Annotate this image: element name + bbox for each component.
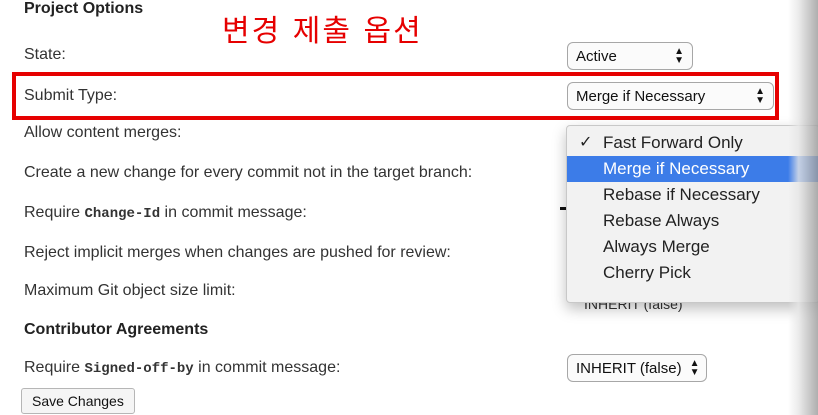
signed-off-by-code: Signed-off-by — [84, 361, 194, 377]
dropdown-item-label: Rebase if Necessary — [603, 185, 760, 204]
save-changes-button[interactable]: Save Changes — [21, 388, 135, 414]
change-id-code: Change-Id — [84, 206, 161, 222]
require-signed-off-prefix: Require — [24, 359, 85, 376]
state-select-value: Active — [576, 47, 617, 65]
reject-implicit-merges-label: Reject implicit merges when changes are … — [24, 244, 451, 261]
submit-type-select-value: Merge if Necessary — [576, 87, 706, 105]
max-object-size-label: Maximum Git object size limit: — [24, 282, 236, 299]
check-icon: ✓ — [579, 134, 593, 151]
select-arrows-icon: ▲ ▼ — [674, 46, 684, 66]
dropdown-item-label: Fast Forward Only — [603, 133, 743, 152]
annotation-title: 변경 제출 옵션 — [222, 14, 423, 49]
submit-type-label: Submit Type: — [24, 87, 118, 104]
project-options-panel: Project Options 변경 제출 옵션 State: Active ▲… — [0, 0, 818, 415]
contributor-agreements-title: Contributor Agreements — [24, 321, 209, 338]
signed-off-select-value: INHERIT (false) — [576, 359, 682, 377]
dropdown-item-cherry-pick[interactable]: Cherry Pick — [567, 260, 818, 286]
submit-type-select[interactable]: Merge if Necessary ▲ ▼ — [567, 82, 774, 110]
require-change-id-label: Require Change-Id in commit message: — [24, 204, 307, 222]
dropdown-item-label: Rebase Always — [603, 211, 720, 230]
dropdown-item-label: Merge if Necessary — [603, 159, 750, 178]
require-change-id-prefix: Require — [24, 204, 85, 221]
require-signed-off-label: Require Signed-off-by in commit message: — [24, 359, 340, 377]
dropdown-item-always-merge[interactable]: Always Merge — [567, 234, 818, 260]
project-options-title: Project Options — [24, 0, 144, 17]
dropdown-item-label: Always Merge — [603, 237, 710, 256]
select-arrows-icon: ▲ ▼ — [689, 358, 700, 378]
state-label: State: — [24, 46, 66, 63]
dropdown-item-label: Cherry Pick — [603, 263, 691, 282]
dropdown-item-rebase-always[interactable]: Rebase Always — [567, 208, 818, 234]
require-signed-off-suffix: in commit message: — [193, 359, 341, 376]
window-edge-shadow — [788, 0, 818, 415]
require-change-id-suffix: in commit message: — [160, 204, 307, 221]
create-new-change-label: Create a new change for every commit not… — [24, 164, 473, 181]
signed-off-select[interactable]: INHERIT (false) ▲ ▼ — [567, 354, 707, 382]
allow-content-merges-label: Allow content merges: — [24, 124, 182, 141]
select-arrows-icon: ▲ ▼ — [755, 86, 765, 106]
submit-type-dropdown-menu: ✓ Fast Forward Only Merge if Necessary R… — [566, 125, 818, 303]
state-select[interactable]: Active ▲ ▼ — [567, 42, 693, 70]
dropdown-item-fast-forward-only[interactable]: ✓ Fast Forward Only — [567, 130, 818, 156]
dropdown-item-merge-if-necessary[interactable]: Merge if Necessary — [567, 156, 818, 182]
dropdown-item-rebase-if-necessary[interactable]: Rebase if Necessary — [567, 182, 818, 208]
